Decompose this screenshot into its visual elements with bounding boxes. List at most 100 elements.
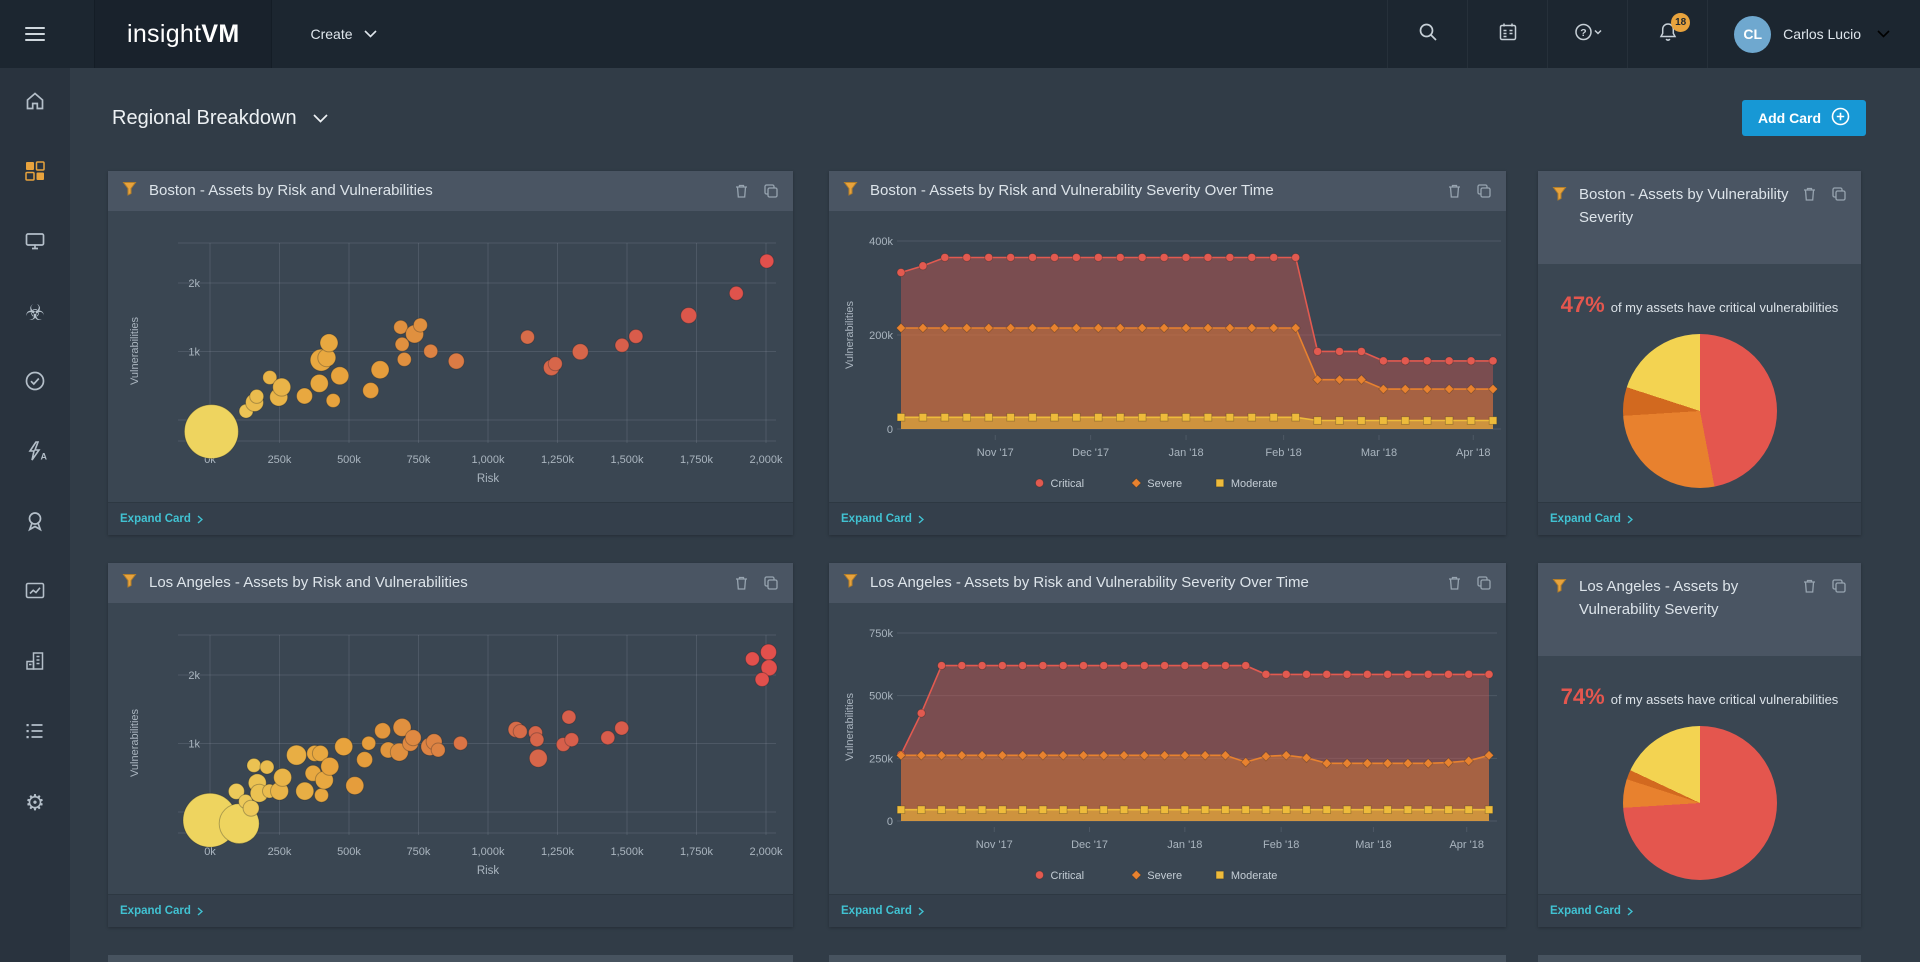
chevron-right-icon	[197, 906, 203, 916]
sidebar-item-activities[interactable]	[0, 698, 70, 768]
trash-icon[interactable]	[734, 183, 749, 199]
svg-text:500k: 500k	[869, 691, 893, 703]
boston-severity-pie-chart	[1622, 334, 1777, 489]
chevron-down-icon	[312, 113, 328, 123]
trash-icon[interactable]	[1802, 186, 1817, 202]
lightning-a-icon: A	[23, 439, 48, 468]
card-stub	[1538, 955, 1861, 962]
expand-card-link[interactable]: Expand Card	[108, 502, 793, 535]
copy-icon[interactable]	[1476, 575, 1492, 591]
svg-text:Moderate: Moderate	[1231, 478, 1277, 490]
dashboard-selector[interactable]: Regional Breakdown	[112, 107, 328, 130]
svg-text:1,000k: 1,000k	[471, 454, 505, 466]
sidebar-item-management[interactable]	[0, 628, 70, 698]
gear-icon: ⚙	[25, 790, 45, 815]
sidebar-item-automation[interactable]: A	[0, 418, 70, 488]
svg-text:2k: 2k	[188, 670, 200, 682]
svg-text:Feb '18: Feb '18	[1265, 447, 1301, 459]
dashboard-grid-icon	[24, 160, 46, 187]
expand-card-link[interactable]: Expand Card	[829, 894, 1506, 927]
copy-icon[interactable]	[763, 183, 779, 199]
svg-text:Nov '17: Nov '17	[977, 447, 1014, 459]
expand-card-label: Expand Card	[841, 905, 912, 917]
copy-icon[interactable]	[1831, 186, 1847, 202]
hamburger-menu-button[interactable]	[0, 0, 70, 68]
trash-icon[interactable]	[734, 575, 749, 591]
card-la-over-time: Los Angeles - Assets by Risk and Vulnera…	[829, 563, 1506, 927]
filter-funnel-icon	[1552, 578, 1567, 598]
expand-card-label: Expand Card	[1550, 905, 1621, 917]
copy-icon[interactable]	[763, 575, 779, 591]
sidebar-item-assets[interactable]	[0, 208, 70, 278]
trash-icon[interactable]	[1447, 183, 1462, 199]
svg-text:Apr '18: Apr '18	[1456, 447, 1491, 459]
svg-text:1,500k: 1,500k	[610, 454, 644, 466]
svg-text:Risk: Risk	[477, 473, 500, 485]
trash-icon[interactable]	[1447, 575, 1462, 591]
sidebar-item-home[interactable]	[0, 68, 70, 138]
svg-text:Mar '18: Mar '18	[1361, 447, 1397, 459]
search-icon	[1417, 21, 1439, 48]
avatar: CL	[1734, 15, 1772, 53]
svg-text:200k: 200k	[869, 330, 893, 342]
plus-circle-icon	[1831, 107, 1850, 129]
svg-text:1,000k: 1,000k	[471, 846, 505, 858]
expand-card-link[interactable]: Expand Card	[1538, 502, 1861, 535]
user-menu[interactable]: CL Carlos Lucio	[1707, 0, 1920, 68]
card-title: Los Angeles - Assets by Vulnerability Se…	[1579, 578, 1739, 618]
add-card-button[interactable]: Add Card	[1742, 100, 1866, 136]
sidebar-item-vulnerabilities[interactable]: ☣	[0, 278, 70, 348]
card-title: Boston - Assets by Risk and Vulnerabilit…	[149, 181, 433, 199]
copy-icon[interactable]	[1831, 578, 1847, 594]
sidebar-item-goals[interactable]	[0, 488, 70, 558]
svg-text:Vulnerabilities: Vulnerabilities	[844, 300, 856, 369]
user-name: Carlos Lucio	[1783, 26, 1861, 42]
svg-text:Moderate: Moderate	[1231, 870, 1277, 882]
svg-text:400k: 400k	[869, 236, 893, 248]
chevron-down-icon	[1877, 30, 1890, 38]
search-button[interactable]	[1387, 0, 1467, 68]
svg-text:0k: 0k	[204, 846, 216, 858]
boston-over-time-chart: 400k 200k 0 Nov '17 Dec '17 Jan '18 Feb '18 Mar…	[844, 236, 1501, 490]
copy-icon[interactable]	[1476, 183, 1492, 199]
sidebar-item-policies[interactable]	[0, 348, 70, 418]
svg-text:Risk: Risk	[477, 865, 500, 877]
svg-text:1,750k: 1,750k	[680, 454, 714, 466]
critical-stat-text: 74% of my assets have critical vulnerabil…	[1560, 684, 1839, 709]
help-button[interactable]: ?	[1547, 0, 1627, 68]
expand-card-link[interactable]: Expand Card	[829, 502, 1506, 535]
filter-funnel-icon	[122, 573, 137, 593]
calendar-button[interactable]	[1467, 0, 1547, 68]
chevron-down-icon	[363, 30, 377, 38]
card-header: Los Angeles - Assets by Vulnerability Se…	[1538, 563, 1861, 656]
svg-text:Vulnerabilities: Vulnerabilities	[844, 692, 856, 761]
stat-percentage: 74%	[1560, 684, 1605, 709]
svg-text:0: 0	[887, 424, 893, 436]
create-menu-button[interactable]: Create	[310, 0, 377, 68]
card-header: Boston - Assets by Vulnerability Severit…	[1538, 171, 1861, 264]
svg-text:250k: 250k	[268, 846, 292, 858]
svg-text:1k: 1k	[188, 347, 200, 359]
top-bar: insightVM Create ? 18 CL Carlos Lucio	[0, 0, 1920, 68]
svg-text:Severe: Severe	[1147, 478, 1182, 490]
app-logo[interactable]: insightVM	[94, 0, 273, 68]
svg-text:Dec '17: Dec '17	[1072, 447, 1109, 459]
la-scatter-chart: 0k 250k 500k 750k 1,000k 1,250k 1,500k 1,750k 2,…	[129, 634, 783, 877]
sidebar-item-dashboards[interactable]	[0, 138, 70, 208]
award-ribbon-icon	[23, 509, 47, 538]
chevron-right-icon	[1627, 906, 1633, 916]
filter-funnel-icon	[1552, 186, 1567, 206]
expand-card-label: Expand Card	[1550, 513, 1621, 525]
add-card-label: Add Card	[1758, 110, 1821, 126]
card-stub	[829, 955, 1506, 962]
card-title: Los Angeles - Assets by Risk and Vulnera…	[870, 573, 1309, 591]
trash-icon[interactable]	[1802, 578, 1817, 594]
chevron-right-icon	[1627, 514, 1633, 524]
svg-text:250k: 250k	[869, 753, 893, 765]
expand-card-link[interactable]: Expand Card	[108, 894, 793, 927]
svg-text:Jan '18: Jan '18	[1168, 447, 1203, 459]
expand-card-link[interactable]: Expand Card	[1538, 894, 1861, 927]
sidebar-item-reports[interactable]	[0, 558, 70, 628]
notifications-button[interactable]: 18	[1627, 0, 1707, 68]
sidebar-item-settings[interactable]: ⚙	[0, 768, 70, 838]
